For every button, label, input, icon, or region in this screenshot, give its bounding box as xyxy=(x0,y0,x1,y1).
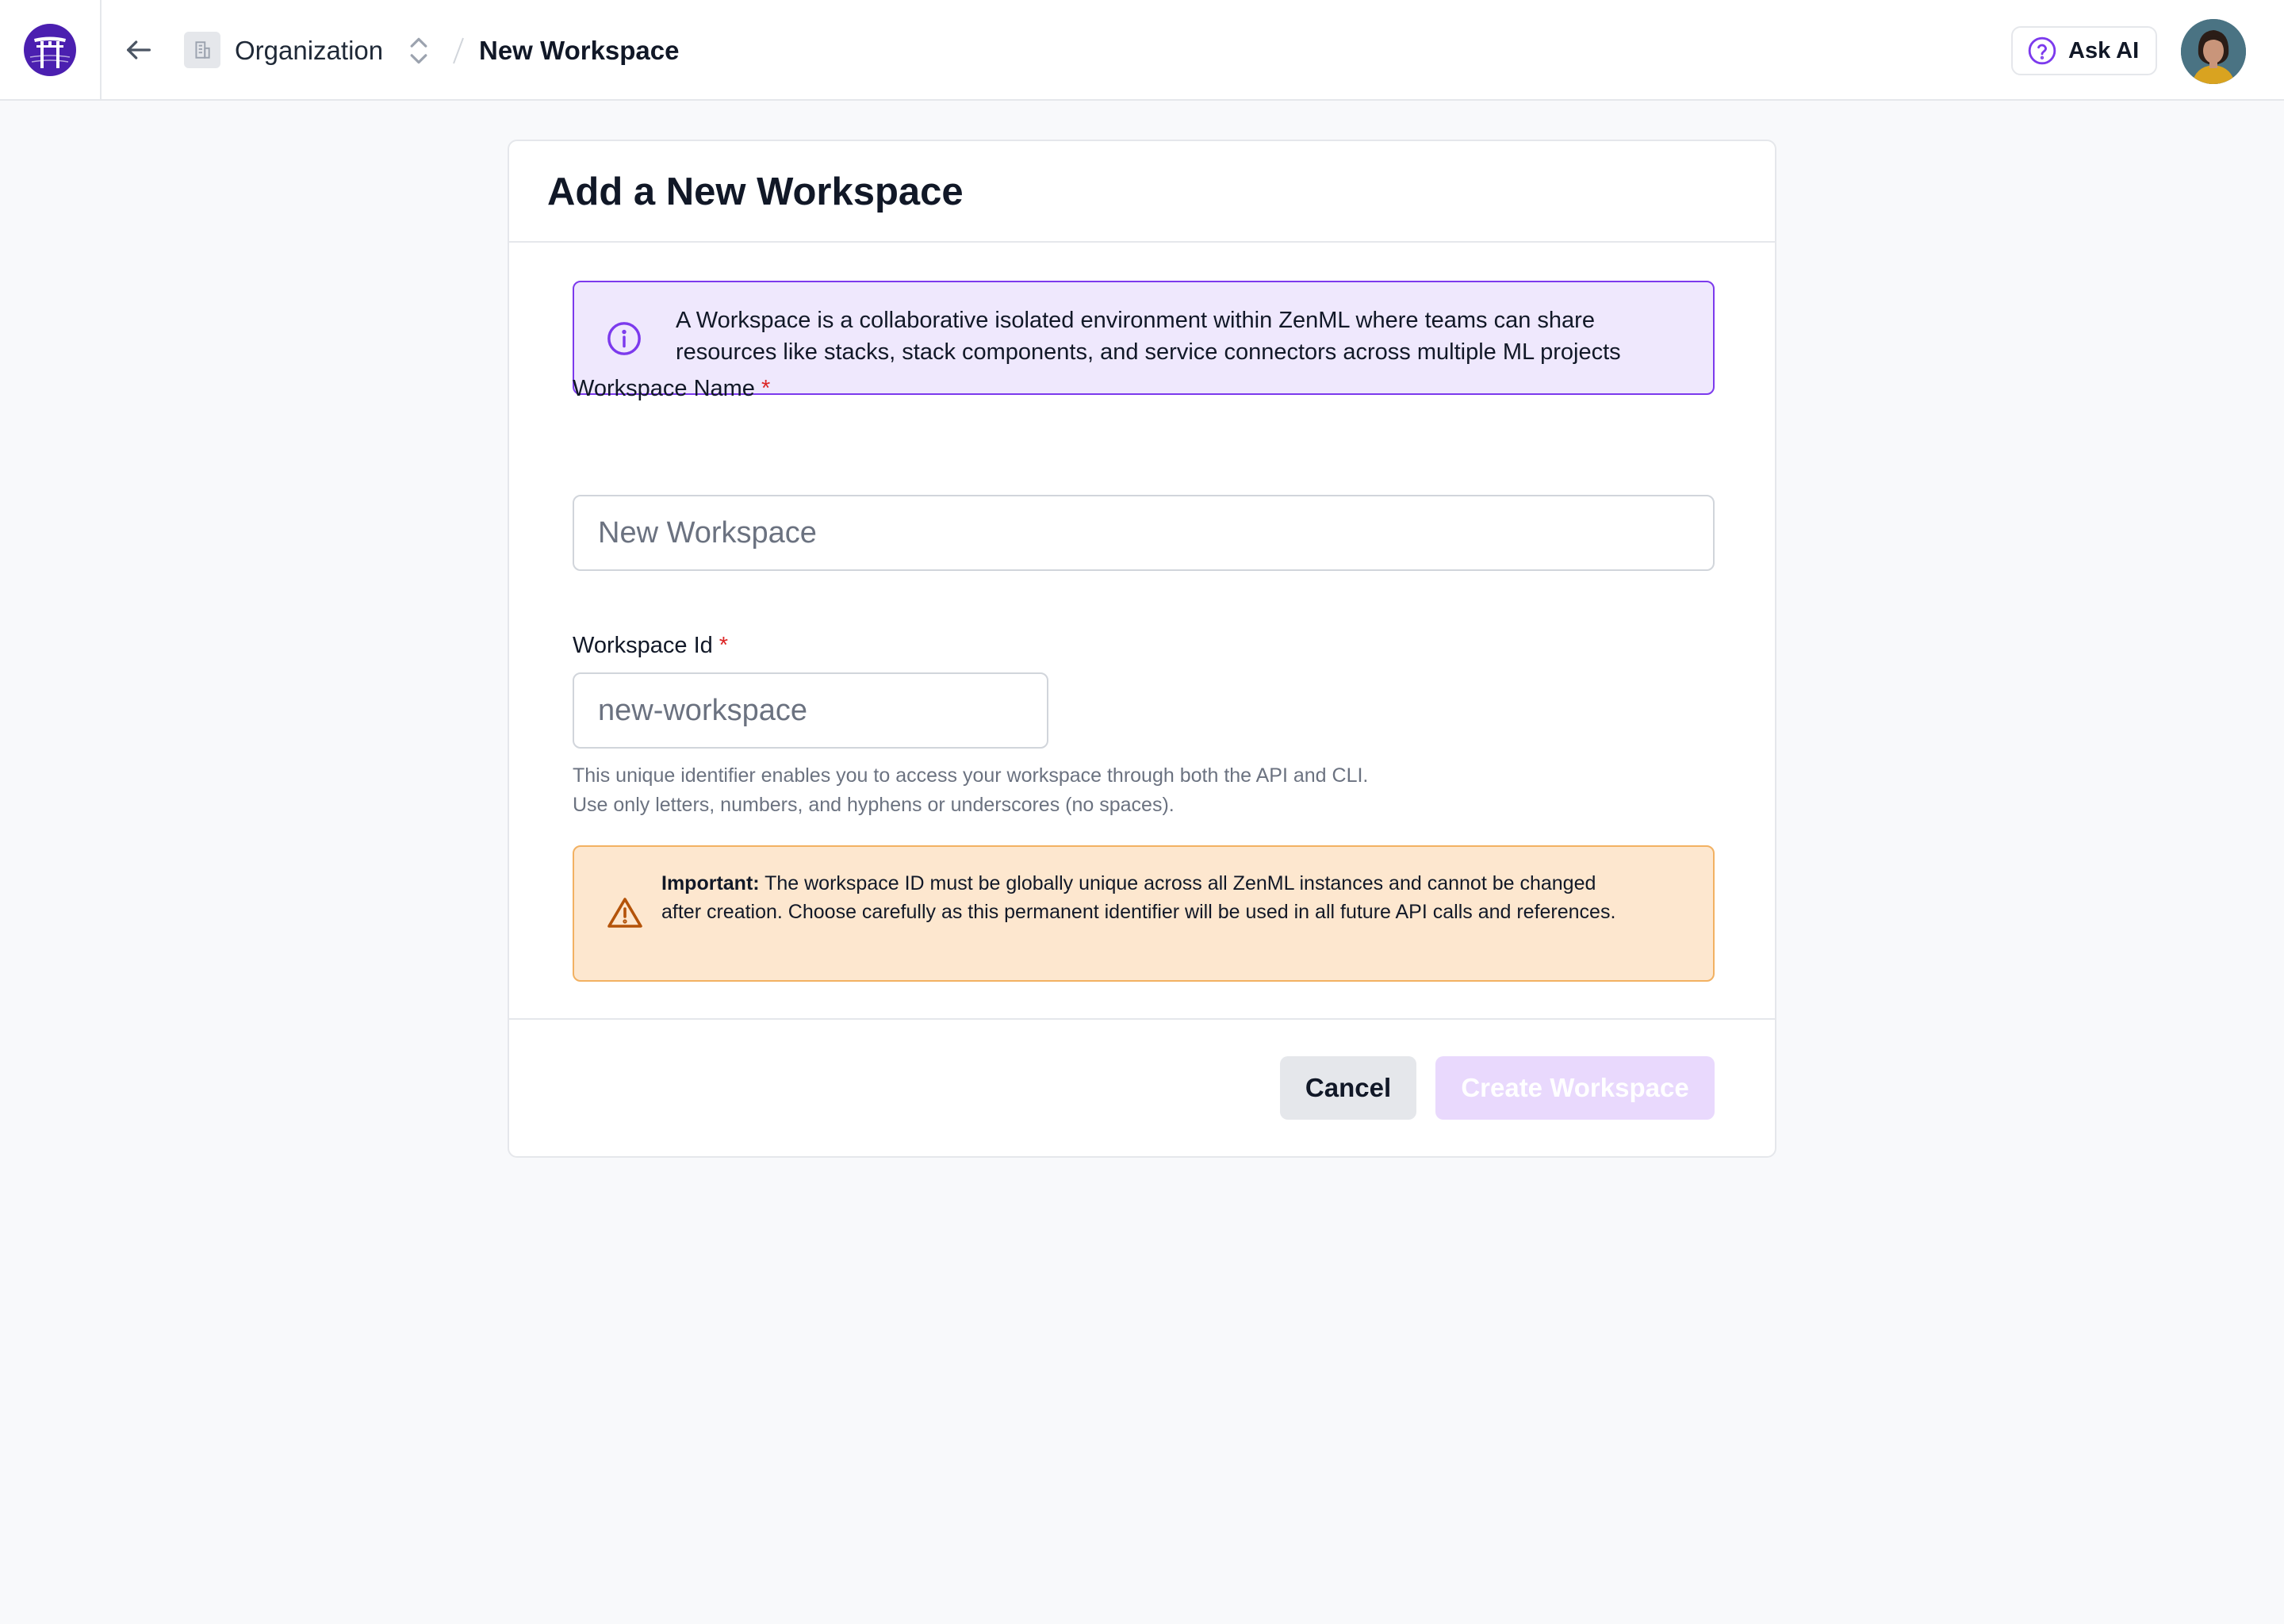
workspace-id-label-text: Workspace Id xyxy=(573,633,713,658)
top-navbar: Organization New Workspace Ask AI xyxy=(0,0,2284,101)
breadcrumb-current-page: New Workspace xyxy=(479,36,680,65)
ask-ai-label: Ask AI xyxy=(2068,37,2140,63)
workspace-id-help: This unique identifier enables you to ac… xyxy=(573,761,1368,820)
workspace-name-label-text: Workspace Name xyxy=(573,376,755,401)
workspace-id-input[interactable] xyxy=(573,672,1048,749)
building-icon xyxy=(195,41,210,59)
logo-cell xyxy=(0,0,102,100)
page-title: Add a New Workspace xyxy=(547,170,964,213)
back-button[interactable] xyxy=(121,32,157,68)
user-avatar[interactable] xyxy=(2181,19,2246,84)
warning-body: The workspace ID must be globally unique… xyxy=(661,872,1616,923)
card-footer: Cancel Create Workspace xyxy=(509,1018,1775,1158)
breadcrumb-organization[interactable]: Organization xyxy=(235,35,383,67)
question-circle-icon xyxy=(2028,36,2056,65)
warning-callout: Important: The workspace ID must be glob… xyxy=(573,845,1715,982)
required-asterisk: * xyxy=(761,376,771,401)
warning-text: Important: The workspace ID must be glob… xyxy=(661,869,1629,926)
info-circle-icon xyxy=(607,322,641,355)
required-asterisk: * xyxy=(719,633,729,658)
chevron-up-down-icon[interactable] xyxy=(404,33,433,68)
warning-strong: Important: xyxy=(661,872,760,894)
card-header: Add a New Workspace xyxy=(509,141,1775,243)
cancel-button[interactable]: Cancel xyxy=(1280,1056,1416,1120)
workspace-name-label: Workspace Name * xyxy=(573,374,770,403)
ask-ai-button[interactable]: Ask AI xyxy=(2011,26,2157,75)
info-text: A Workspace is a collaborative isolated … xyxy=(676,308,1621,365)
user-photo-icon xyxy=(2181,19,2246,84)
add-workspace-card: Add a New Workspace A Workspace is a col… xyxy=(508,140,1776,1158)
organization-avatar xyxy=(184,32,220,68)
warning-triangle-icon xyxy=(607,898,642,928)
zenml-logo-icon[interactable] xyxy=(24,24,76,76)
create-workspace-button[interactable]: Create Workspace xyxy=(1435,1056,1715,1120)
help-line-1: This unique identifier enables you to ac… xyxy=(573,764,1369,787)
workspace-id-label: Workspace Id * xyxy=(573,631,728,660)
workspace-name-input[interactable] xyxy=(573,495,1715,571)
breadcrumb-separator xyxy=(453,37,464,64)
help-line-2: Use only letters, numbers, and hyphens o… xyxy=(573,794,1175,816)
arrow-left-icon xyxy=(127,40,151,59)
